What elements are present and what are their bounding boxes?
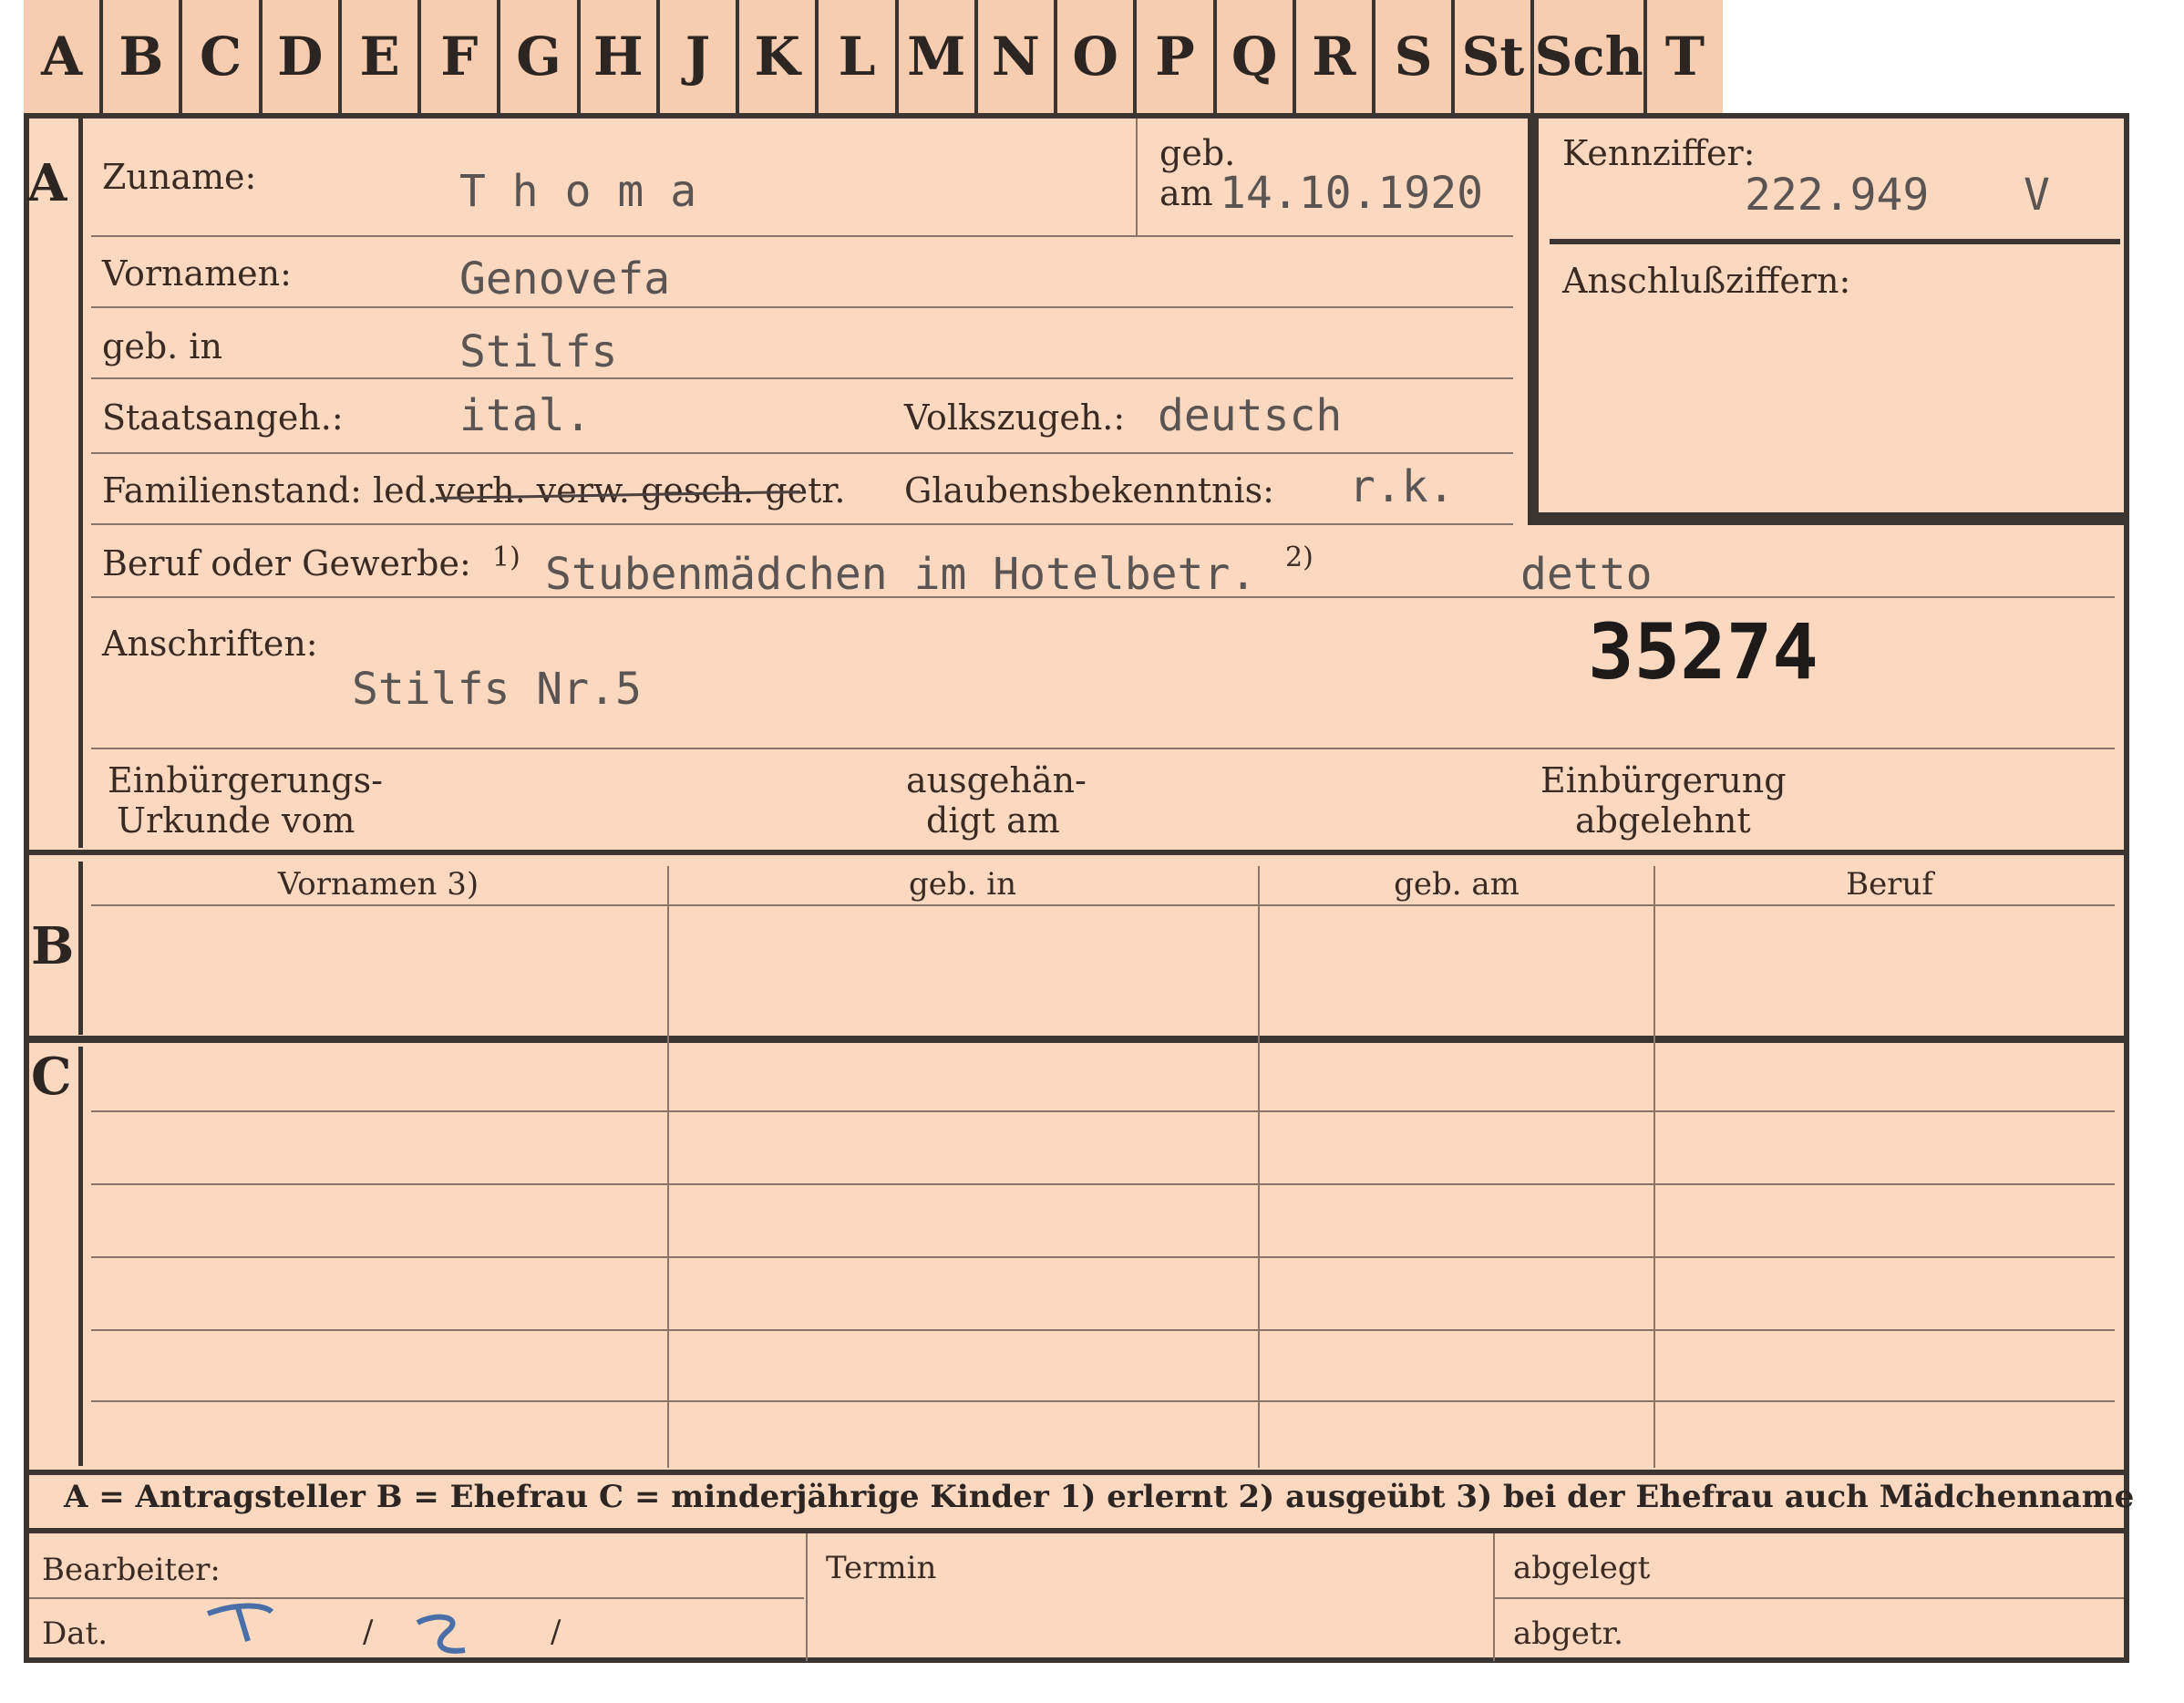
tab-g: G bbox=[500, 0, 581, 113]
birthplace-value: Stilfs bbox=[459, 326, 618, 377]
margin-line-a bbox=[78, 119, 83, 848]
religion-value: r.k. bbox=[1349, 461, 1455, 512]
first-names-label: Vornamen: bbox=[102, 253, 292, 294]
tab-p: P bbox=[1137, 0, 1217, 113]
ethnicity-label: Volkszugeh.: bbox=[904, 397, 1126, 438]
kennziffer-divider bbox=[1550, 239, 2120, 244]
first-names-value: Genovefa bbox=[459, 253, 671, 304]
occupation-learned-value: Stubenmädchen im Hotelbetr. bbox=[545, 549, 1257, 600]
citizenship-value: ital. bbox=[459, 390, 592, 441]
section-c-label: C bbox=[31, 1047, 72, 1107]
rule bbox=[91, 1256, 2115, 1258]
kennziffer-value: 222.949 bbox=[1745, 170, 1930, 221]
religion-label: Glaubensbekenntnis: bbox=[904, 470, 1274, 511]
kennziffer-label: Kennziffer: bbox=[1562, 133, 1756, 173]
col-header-geb-in: geb. in bbox=[908, 866, 1017, 903]
rule bbox=[91, 904, 2115, 906]
stamped-number: 35274 bbox=[1588, 607, 1818, 697]
birth-am-label: am bbox=[1159, 173, 1213, 213]
legend: A = Antragsteller B = Ehefrau C = minder… bbox=[64, 1479, 2135, 1515]
footnote-2-marker: 2) bbox=[1285, 542, 1313, 573]
occupation-label: Beruf oder Gewerbe: bbox=[102, 543, 471, 583]
footer-col-rule bbox=[806, 1533, 808, 1661]
marital-status-label: Familienstand: led. bbox=[102, 470, 438, 511]
surname-value: T h o m a bbox=[459, 166, 697, 217]
tab-l: L bbox=[819, 0, 899, 113]
col-header-vornamen: Vornamen 3) bbox=[277, 866, 479, 903]
removed-label: abgetr. bbox=[1513, 1615, 1623, 1652]
rule bbox=[91, 235, 1513, 237]
col-rule bbox=[1258, 866, 1260, 1468]
address-value: Stilfs Nr.5 bbox=[352, 664, 642, 715]
tab-f: F bbox=[421, 0, 501, 113]
handwritten-date-mark bbox=[206, 1603, 466, 1654]
col-rule bbox=[1653, 866, 1655, 1468]
ethnicity-value: deutsch bbox=[1158, 390, 1343, 441]
rule bbox=[91, 1110, 2115, 1112]
alphabet-tabs: A B C D E F G H J K L M N O P Q R S St Sch T bbox=[24, 0, 1723, 117]
col-header-beruf: Beruf bbox=[1846, 866, 1933, 903]
filed-label: abgelegt bbox=[1513, 1550, 1651, 1586]
kennziffer-suffix: V bbox=[2024, 170, 2050, 221]
separator-bc bbox=[24, 1036, 2129, 1043]
tab-k: K bbox=[739, 0, 819, 113]
tab-m: M bbox=[899, 0, 978, 113]
tab-sch: Sch bbox=[1534, 0, 1647, 113]
tab-n: N bbox=[978, 0, 1058, 113]
addresses-label: Anschriften: bbox=[102, 624, 318, 664]
section-a-label: A bbox=[27, 153, 67, 213]
surname-label: Zuname: bbox=[102, 157, 257, 197]
processor-label: Bearbeiter: bbox=[42, 1552, 221, 1588]
separator-ab bbox=[24, 850, 2129, 855]
rule bbox=[91, 452, 1513, 454]
tab-o: O bbox=[1057, 0, 1138, 113]
tab-b: B bbox=[103, 0, 183, 113]
birth-date-value: 14.10.1920 bbox=[1220, 168, 1483, 219]
posted-label-2: digt am bbox=[926, 800, 1060, 841]
deadline-label: Termin bbox=[826, 1550, 937, 1586]
tab-c: C bbox=[182, 0, 263, 113]
date-label: Dat. bbox=[42, 1615, 108, 1652]
col-header-geb-am: geb. am bbox=[1394, 866, 1520, 903]
margin-line-c bbox=[78, 1047, 83, 1466]
rejected-label-1: Einbürgerung bbox=[1540, 760, 1787, 800]
rule bbox=[1136, 119, 1138, 235]
separator-legend-bottom bbox=[24, 1528, 2129, 1533]
birthplace-label: geb. in bbox=[102, 326, 222, 366]
col-rule bbox=[667, 866, 669, 1468]
rule bbox=[91, 523, 1513, 525]
anschlussziffern-label: Anschlußziffern: bbox=[1562, 261, 1851, 301]
naturalization-label-2: Urkunde vom bbox=[117, 800, 355, 841]
separator-legend-top bbox=[24, 1470, 2129, 1475]
rule bbox=[91, 1183, 2115, 1185]
date-separator-2: / bbox=[551, 1614, 561, 1650]
tab-t: T bbox=[1664, 26, 1705, 88]
rule bbox=[91, 306, 1513, 308]
rule bbox=[91, 377, 1513, 379]
margin-line-b bbox=[78, 862, 83, 1035]
occupation-practiced-value: detto bbox=[1520, 549, 1653, 600]
rule bbox=[91, 1329, 2115, 1331]
tab-e: E bbox=[342, 0, 422, 113]
tab-h: H bbox=[581, 0, 660, 113]
rule bbox=[91, 748, 2115, 749]
tab-r: R bbox=[1296, 0, 1375, 113]
tab-s: S bbox=[1375, 0, 1456, 113]
posted-label-1: ausgehän- bbox=[906, 760, 1087, 800]
rule bbox=[91, 1400, 2115, 1402]
footnote-1-marker: 1) bbox=[492, 542, 520, 573]
rule bbox=[1495, 1597, 2124, 1599]
tab-q: Q bbox=[1217, 0, 1296, 113]
naturalization-label-1: Einbürgerungs- bbox=[108, 760, 383, 800]
tab-a: A bbox=[24, 0, 104, 113]
tab-st: St bbox=[1455, 0, 1535, 113]
tab-j: J bbox=[660, 0, 740, 113]
tab-d: D bbox=[263, 0, 342, 113]
rejected-label-2: abgelehnt bbox=[1575, 800, 1751, 841]
section-b-label: B bbox=[31, 916, 75, 976]
citizenship-label: Staatsangeh.: bbox=[102, 397, 344, 438]
